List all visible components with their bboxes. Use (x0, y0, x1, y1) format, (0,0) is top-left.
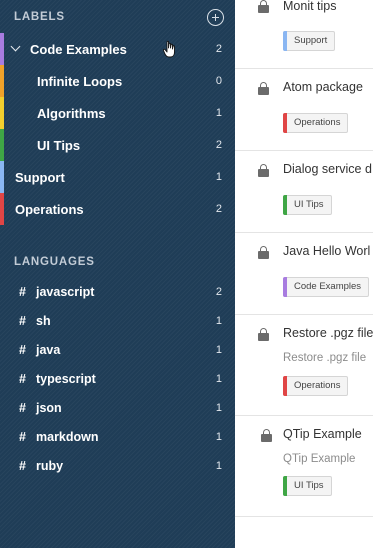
sidebar-item-label: Infinite Loops (37, 74, 123, 89)
note-item[interactable]: QTip Example QTip Example UI Tips (235, 416, 373, 517)
labels-heading: LABELS (14, 11, 65, 23)
tag-label: Code Examples (294, 281, 362, 292)
label-color-bar (0, 161, 4, 193)
tag-label: Support (294, 35, 328, 46)
language-count: 1 (215, 460, 222, 472)
language-count: 1 (215, 315, 222, 327)
sidebar-item-language[interactable]: # java 1 (0, 336, 235, 365)
lock-icon (261, 429, 272, 442)
label-color-bar (0, 65, 4, 97)
label-color-bar (0, 129, 4, 161)
note-tag[interactable]: Support (283, 31, 336, 51)
sidebar-item-language[interactable]: # markdown 1 (0, 423, 235, 452)
note-tag[interactable]: UI Tips (283, 195, 332, 215)
label-count: 1 (215, 171, 222, 183)
label-count: 1 (215, 107, 222, 119)
tag-label: UI Tips (294, 199, 324, 210)
language-label: javascript (36, 285, 95, 299)
note-tag[interactable]: UI Tips (283, 476, 332, 496)
language-label: json (36, 401, 62, 415)
tag-label: Operations (294, 117, 341, 128)
lock-icon (258, 0, 269, 13)
label-color-bar (0, 33, 4, 65)
lock-icon (258, 246, 269, 259)
language-count: 2 (215, 286, 222, 298)
hash-icon: # (19, 372, 26, 386)
hash-icon: # (19, 343, 26, 357)
note-item[interactable]: Dialog service d UI Tips (235, 151, 373, 233)
languages-heading: LANGUAGES (14, 256, 95, 268)
sidebar-item-language[interactable]: # ruby 1 (0, 452, 235, 481)
lock-icon (258, 82, 269, 95)
tag-color-bar (283, 31, 287, 51)
sidebar-item-language[interactable]: # javascript 2 (0, 278, 235, 307)
sidebar-item-ui-tips[interactable]: UI Tips 2 (0, 129, 235, 161)
chevron-down-icon[interactable] (10, 41, 21, 52)
note-preview: Restore .pgz file (283, 352, 367, 364)
language-count: 1 (215, 373, 222, 385)
tag-label: Operations (294, 380, 341, 391)
sidebar-item-language[interactable]: # typescript 1 (0, 365, 235, 394)
hand-grab-cursor-icon (162, 40, 175, 58)
sidebar-item-code-examples[interactable]: Code Examples 2 (0, 33, 235, 65)
tag-color-bar (283, 277, 287, 297)
add-label-icon[interactable] (207, 9, 224, 26)
note-title: Atom package (283, 80, 363, 94)
sidebar-item-label: Algorithms (37, 106, 106, 121)
sidebar-item-language[interactable]: # json 1 (0, 394, 235, 423)
note-title: Dialog service d (283, 162, 372, 176)
sidebar-item-label: Operations (15, 202, 84, 217)
note-title: QTip Example (283, 427, 362, 441)
note-title: Java Hello Worl (283, 244, 371, 258)
language-label: markdown (36, 430, 99, 444)
tag-color-bar (283, 476, 287, 496)
label-color-bar (0, 97, 4, 129)
hash-icon: # (19, 401, 26, 415)
note-item[interactable]: Restore .pgz file Restore .pgz file Oper… (235, 315, 373, 416)
sidebar-item-infinite-loops[interactable]: Infinite Loops 0 (0, 65, 235, 97)
label-count: 2 (215, 43, 222, 55)
note-tag[interactable]: Operations (283, 113, 349, 133)
note-preview: QTip Example (283, 453, 356, 465)
sidebar: LABELS Code Examples 2 Infinite Loops 0 … (0, 0, 235, 548)
note-list: Monit tips Support Atom package Operatio… (235, 0, 373, 548)
label-count: 2 (215, 139, 222, 151)
note-item[interactable]: Atom package Operations (235, 69, 373, 151)
note-title: Restore .pgz file (283, 326, 373, 340)
hash-icon: # (19, 285, 26, 299)
lock-icon (258, 164, 269, 177)
note-tag[interactable]: Operations (283, 376, 349, 396)
language-count: 1 (215, 431, 222, 443)
sidebar-item-label: Code Examples (30, 42, 127, 57)
sidebar-item-language[interactable]: # sh 1 (0, 307, 235, 336)
sidebar-item-label: Support (15, 170, 65, 185)
note-title: Monit tips (283, 0, 337, 13)
hash-icon: # (19, 430, 26, 444)
sidebar-item-operations[interactable]: Operations 2 (0, 193, 235, 225)
tag-color-bar (283, 113, 287, 133)
label-count: 0 (215, 75, 222, 87)
language-label: ruby (36, 459, 64, 473)
sidebar-item-algorithms[interactable]: Algorithms 1 (0, 97, 235, 129)
note-item[interactable]: Monit tips Support (235, 0, 373, 69)
note-tag[interactable]: Code Examples (283, 277, 370, 297)
label-count: 2 (215, 203, 222, 215)
language-label: typescript (36, 372, 96, 386)
tag-color-bar (283, 195, 287, 215)
label-color-bar (0, 193, 4, 225)
language-count: 1 (215, 344, 222, 356)
sidebar-item-support[interactable]: Support 1 (0, 161, 235, 193)
language-label: java (36, 343, 61, 357)
hash-icon: # (19, 314, 26, 328)
lock-icon (258, 328, 269, 341)
hash-icon: # (19, 459, 26, 473)
tag-label: UI Tips (294, 480, 324, 491)
tag-color-bar (283, 376, 287, 396)
language-count: 1 (215, 402, 222, 414)
note-item[interactable]: Java Hello Worl Code Examples (235, 233, 373, 315)
sidebar-item-label: UI Tips (37, 138, 81, 153)
language-label: sh (36, 314, 51, 328)
